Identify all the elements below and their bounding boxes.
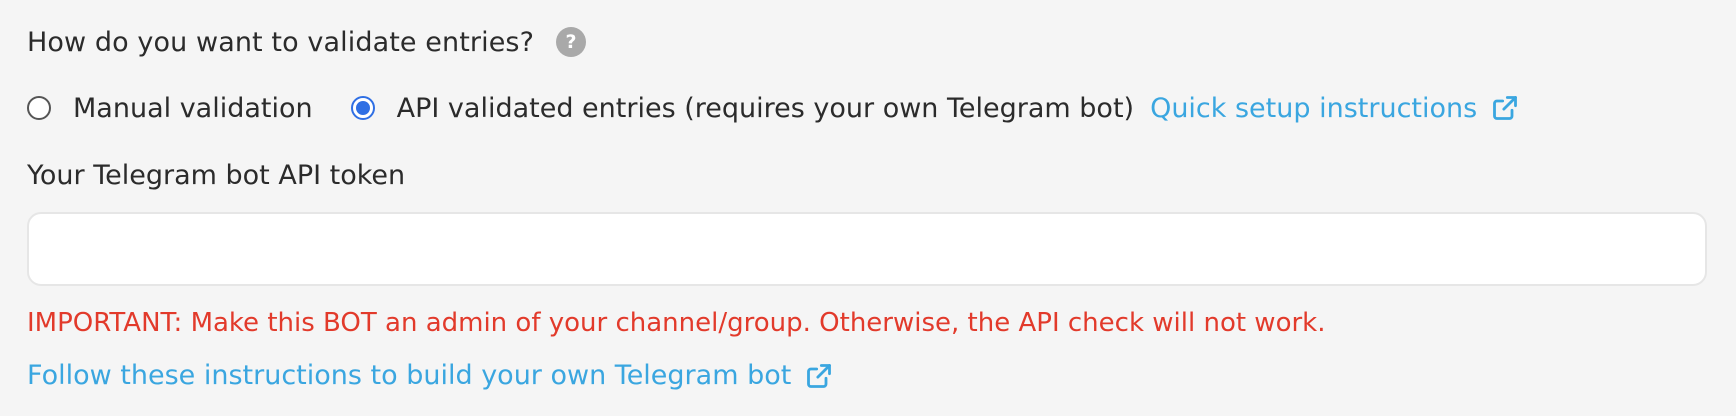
validation-question-text: How do you want to validate entries? [27,26,535,58]
api-validation-option[interactable]: API validated entries (requires your own… [350,92,1135,124]
manual-validation-option[interactable]: Manual validation [27,93,313,124]
token-field-label: Your Telegram bot API token [27,160,406,191]
quick-setup-link-label: Quick setup instructions [1150,92,1478,124]
validation-options: Manual validation API validated entries … [27,87,1519,129]
instructions-row: Follow these instructions to build your … [27,360,833,391]
quick-setup-link[interactable]: Quick setup instructions [1150,93,1519,124]
question-mark-icon[interactable]: ? [556,27,587,57]
admin-warning-text: IMPORTANT: Make this BOT an admin of you… [27,308,1326,338]
build-bot-instructions-label: Follow these instructions to build your … [27,360,792,391]
external-link-icon [1493,96,1518,120]
api-validation-radio[interactable] [350,96,375,120]
manual-validation-radio[interactable] [27,96,51,120]
telegram-token-input[interactable] [27,212,1707,286]
validation-question: How do you want to validate entries? ? [27,22,587,62]
manual-validation-label: Manual validation [73,92,313,124]
build-bot-instructions-link[interactable]: Follow these instructions to build your … [27,360,833,391]
external-link-icon [807,363,832,388]
api-validation-label: API validated entries (requires your own… [396,92,1135,124]
